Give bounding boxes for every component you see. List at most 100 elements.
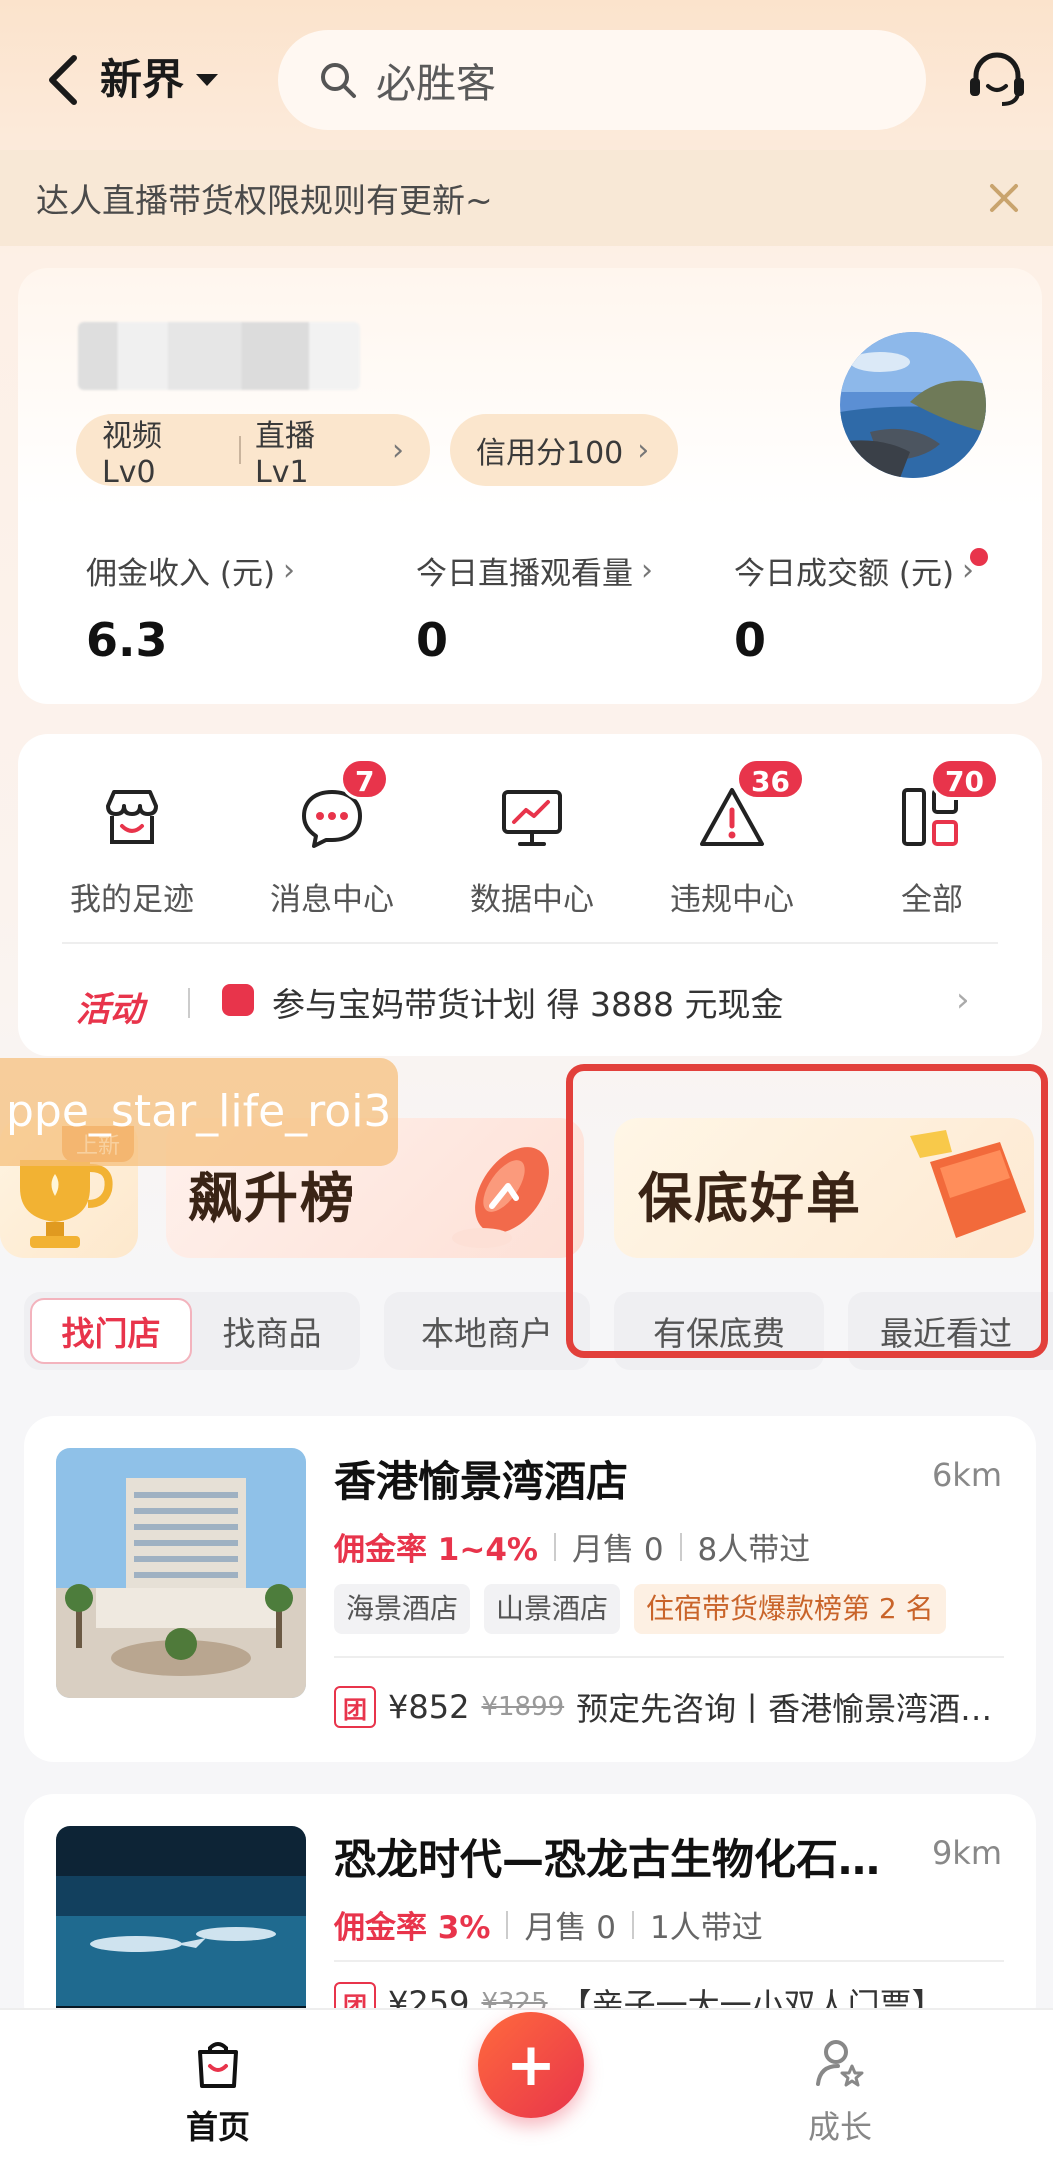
- tab-find-product[interactable]: 找商品: [192, 1298, 352, 1364]
- stat-value: 0: [416, 613, 449, 667]
- credit-pill[interactable]: 信用分100 ›: [450, 414, 678, 486]
- add-button[interactable]: +: [478, 2012, 584, 2118]
- activity-tag: 活动: [76, 990, 144, 1030]
- close-icon[interactable]: [986, 180, 1022, 216]
- monthly-sales: 月售 0: [524, 1910, 617, 1946]
- list-item[interactable]: 恐龙时代—恐龙古生物化石… 9km 佣金率 3% 月售 0 1人带过 团 ¥25…: [24, 1794, 1036, 2034]
- grid-apps-icon: 70: [896, 758, 999, 854]
- divider: [553, 1532, 556, 1561]
- monitor-chart-icon: [496, 782, 568, 854]
- stat-value: 6.3: [86, 613, 168, 667]
- listing-meta: 佣金率 1~4% 月售 0 8人带过: [334, 1524, 810, 1569]
- original-price: ¥1899: [481, 1692, 565, 1722]
- city-selector[interactable]: 新界: [100, 52, 219, 108]
- tool-violations[interactable]: 36 违规中心: [652, 758, 812, 919]
- shopping-bag-icon: [198, 2042, 238, 2088]
- credit-score: 信用分100: [476, 436, 624, 471]
- rocket-icon: [452, 1147, 549, 1248]
- notice-text: 达人直播带货权限规则有更新~: [36, 181, 493, 220]
- caret-down-icon: [196, 74, 219, 86]
- listing-title: 香港愉景湾酒店: [334, 1457, 629, 1506]
- highlight-box: [566, 1064, 1048, 1358]
- badge-count: 7: [340, 758, 390, 800]
- promoter-count: 8人带过: [697, 1532, 811, 1568]
- promoter-count: 1人带过: [650, 1910, 763, 1946]
- listing-distance: 9km: [931, 1834, 1002, 1872]
- live-level: 直播 Lv1: [255, 418, 315, 490]
- listing-title: 恐龙时代—恐龙古生物化石…: [334, 1835, 881, 1884]
- tool-all[interactable]: 70 全部: [852, 758, 1012, 919]
- divider: [632, 1910, 635, 1939]
- tool-data[interactable]: 数据中心: [452, 782, 612, 919]
- avatar[interactable]: [840, 332, 986, 478]
- activity-icon: [222, 984, 254, 1016]
- top-bar: 新界 必胜客: [0, 0, 1053, 150]
- tab-find-store[interactable]: 找门店: [30, 1298, 192, 1364]
- stat-value: 0: [734, 613, 767, 667]
- deal-price: ¥852: [388, 1688, 470, 1726]
- store-icon: [96, 782, 168, 854]
- activity-text[interactable]: 参与宝妈带货计划 得 3888 元现金: [272, 978, 783, 1026]
- filter-chip-local-merchant[interactable]: 本地商户: [384, 1292, 590, 1370]
- list-item[interactable]: 香港愉景湾酒店 6km 佣金率 1~4% 月售 0 8人带过 海景酒店 山景酒店…: [24, 1416, 1036, 1762]
- monthly-sales: 月售 0: [571, 1532, 664, 1568]
- chevron-right-icon: ›: [392, 432, 404, 468]
- listing-distance: 6km: [931, 1456, 1002, 1494]
- user-star-icon: [816, 2040, 864, 2087]
- search-bar[interactable]: 必胜客: [278, 30, 926, 130]
- nav-label: 首页: [185, 2108, 250, 2146]
- pill-divider: [239, 436, 241, 464]
- stat-gmv[interactable]: 今日成交额 (元) › 0: [734, 548, 974, 667]
- museum-thumbnail: [56, 1826, 306, 2034]
- nav-home[interactable]: 首页: [138, 2036, 298, 2148]
- tool-label: 数据中心: [470, 882, 594, 918]
- listing-meta: 佣金率 3% 月售 0 1人带过: [334, 1902, 763, 1947]
- customer-service-icon[interactable]: [966, 48, 1028, 110]
- stat-label: 今日直播观看量: [416, 556, 633, 592]
- plus-icon: +: [505, 2030, 557, 2100]
- deal-text: 预定先咨询丨香港愉景湾酒…: [576, 1690, 993, 1728]
- city-name: 新界: [100, 55, 185, 104]
- tool-footprint[interactable]: 我的足迹: [52, 782, 212, 919]
- back-arrow-icon[interactable]: [44, 52, 84, 108]
- tool-label: 违规中心: [670, 882, 794, 918]
- level-pill[interactable]: 视频 Lv0 直播 Lv1 ›: [76, 414, 430, 490]
- chevron-right-icon[interactable]: ›: [956, 980, 970, 1020]
- listing-tags: 海景酒店 山景酒店 住宿带货爆款榜第 2 名: [334, 1584, 946, 1634]
- notification-dot: [970, 548, 988, 566]
- warning-icon: 36: [696, 758, 805, 854]
- stat-commission[interactable]: 佣金收入 (元) › 6.3: [86, 548, 295, 667]
- deal-row[interactable]: 团 ¥852 ¥1899 预定先咨询丨香港愉景湾酒…: [334, 1684, 1014, 1730]
- commission-rate: 佣金率 1~4%: [334, 1532, 538, 1568]
- group-deal-badge: 团: [334, 1686, 376, 1728]
- hotel-thumbnail: [56, 1448, 306, 1698]
- search-icon: [321, 63, 356, 98]
- tool-label: 消息中心: [270, 882, 394, 918]
- tool-label: 我的足迹: [70, 882, 194, 918]
- search-placeholder: 必胜客: [376, 61, 496, 107]
- commission-rate: 佣金率 3%: [334, 1910, 491, 1946]
- chat-bubble-icon: 7: [296, 758, 390, 854]
- blurred-username: [78, 322, 360, 390]
- debug-overlay-label: ppe_star_life_roi3: [0, 1058, 398, 1166]
- tool-label: 全部: [901, 882, 963, 918]
- divider: [334, 1960, 1004, 1962]
- mode-segmented-control: 找门店 找商品: [24, 1292, 360, 1370]
- divider: [506, 1910, 509, 1939]
- badge-count: 36: [736, 758, 805, 800]
- divider: [334, 1656, 1004, 1658]
- tag: 海景酒店: [334, 1584, 471, 1634]
- stat-live-views[interactable]: 今日直播观看量 › 0: [416, 548, 653, 667]
- video-level: 视频 Lv0: [102, 418, 162, 490]
- notice-bar[interactable]: 达人直播带货权限规则有更新~: [0, 150, 1053, 246]
- badge-count: 70: [930, 758, 999, 800]
- avatar-image: [840, 332, 986, 478]
- chevron-right-icon: ›: [283, 553, 296, 588]
- nav-growth[interactable]: 成长: [760, 2036, 920, 2148]
- rank-tag: 住宿带货爆款榜第 2 名: [634, 1584, 946, 1634]
- tool-messages[interactable]: 7 消息中心: [252, 758, 412, 919]
- chevron-right-icon: ›: [641, 553, 653, 588]
- divider: [679, 1532, 682, 1561]
- nav-label: 成长: [807, 2108, 872, 2146]
- tag: 山景酒店: [484, 1584, 621, 1634]
